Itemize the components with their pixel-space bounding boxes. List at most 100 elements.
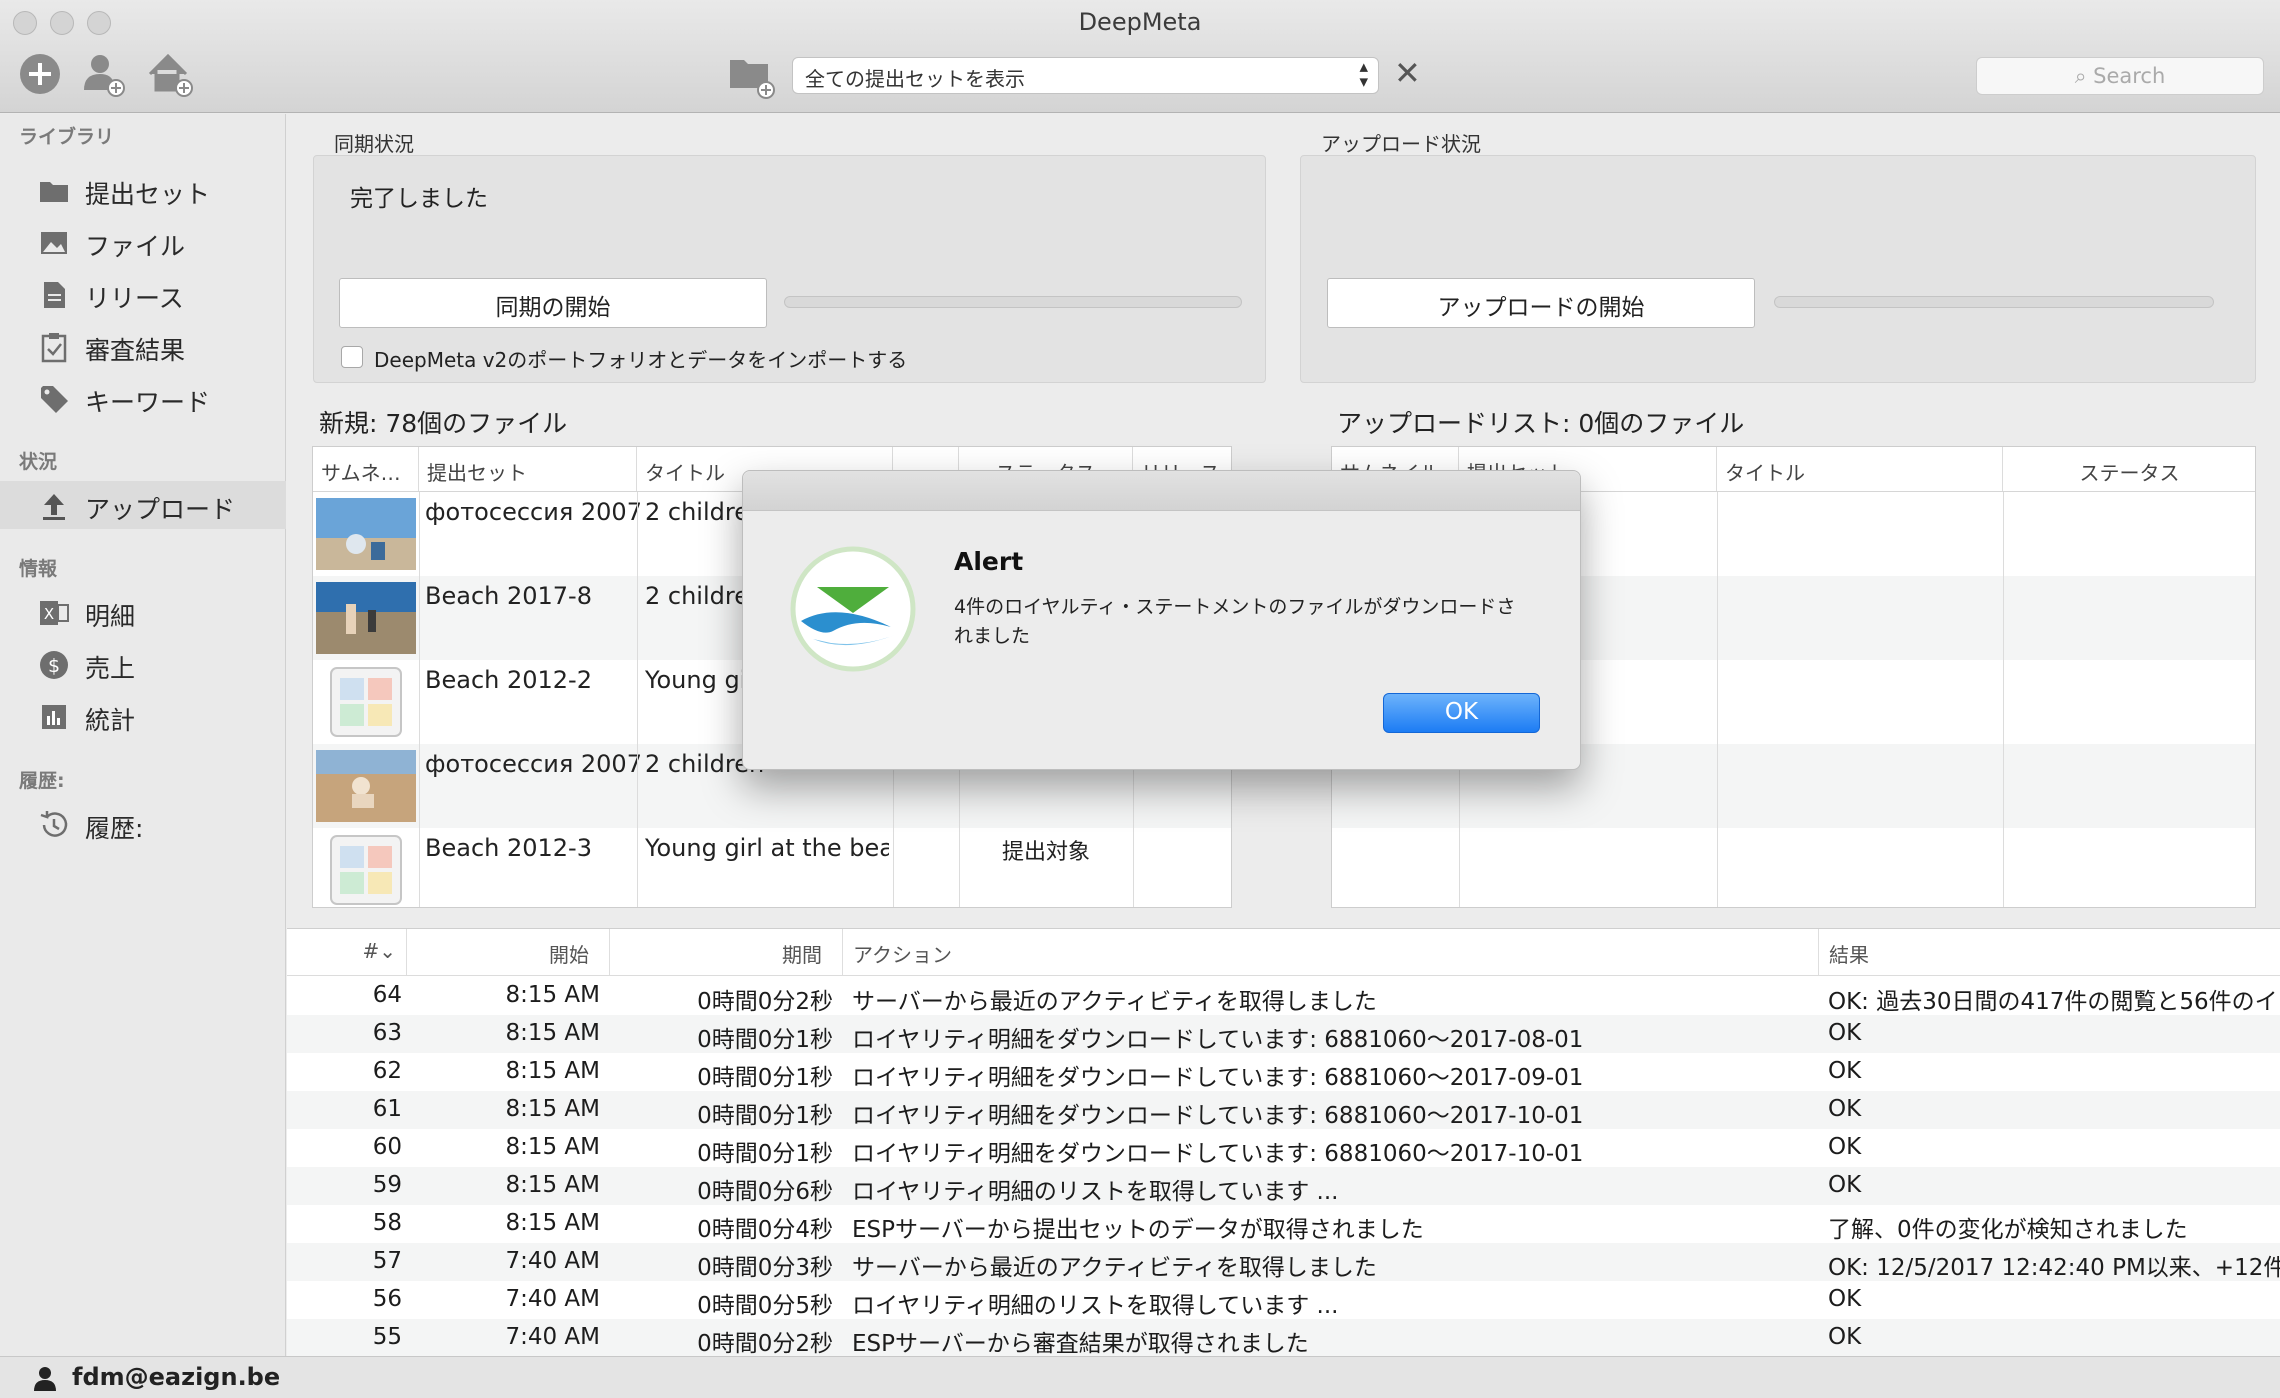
cell-duration: 0時間0分1秒 (697, 1141, 833, 1167)
cell-number: 55 (372, 1324, 402, 1350)
add-home-icon[interactable] (146, 50, 194, 98)
cell-number: 59 (372, 1172, 402, 1198)
column-divider (1717, 492, 1718, 907)
cell-set: Beach 2017-8 (425, 582, 592, 610)
log-row[interactable]: 61 8:15 AM 0時間0分1秒 ロイヤリティ明細をダウンロードしています:… (287, 1091, 2280, 1129)
import-v2-checkbox[interactable] (341, 346, 363, 368)
sidebar-item-reviews[interactable]: 審査結果 (0, 322, 286, 370)
deepmeta-logo-icon (790, 546, 916, 672)
cell-result: OK: 過去30日間の417件の閲覧と56件のイン (1828, 989, 2280, 1015)
clear-filter-button[interactable]: ✕ (1394, 54, 1421, 92)
thumbnail-photo (316, 498, 416, 570)
sidebar-item-sales[interactable]: $ 売上 (0, 640, 286, 688)
sidebar-item-files[interactable]: ファイル (0, 218, 286, 266)
sidebar-item-label: キーワード (85, 388, 211, 417)
log-row[interactable]: 57 7:40 AM 0時間0分3秒 サーバーから最近のアクティビティを取得しま… (287, 1243, 2280, 1281)
col-thumbnail[interactable]: サムネ… (313, 447, 419, 491)
log-row[interactable]: 62 8:15 AM 0時間0分1秒 ロイヤリティ明細をダウンロードしています:… (287, 1053, 2280, 1091)
cell-action: ロイヤリティ明細のリストを取得しています ... (852, 1179, 1339, 1205)
sidebar-item-submission-sets[interactable]: 提出セット (0, 166, 286, 214)
alert-message: 4件のロイヤルティ・ステートメントのファイルがダウンロードされました (954, 596, 1516, 647)
cell-result: OK (1828, 1172, 1862, 1198)
cell-start: 8:15 AM (505, 1096, 600, 1122)
sidebar-item-stats[interactable]: 統計 (0, 692, 286, 740)
col-number[interactable]: #⌄ (287, 929, 407, 975)
col-status[interactable]: ステータス (2003, 447, 2255, 491)
search-field[interactable]: ⌕ Search (1976, 57, 2264, 95)
sidebar-item-keywords[interactable]: キーワード (0, 374, 286, 422)
ok-button[interactable]: OK (1383, 693, 1540, 733)
search-placeholder: Search (2093, 64, 2166, 88)
log-row[interactable]: 64 8:15 AM 0時間0分2秒 サーバーから最近のアクティビティを取得しま… (287, 977, 2280, 1015)
sidebar-item-upload[interactable]: アップロード (0, 481, 286, 529)
footer-bar: fdm@eazign.be (0, 1356, 2280, 1398)
cell-action: ロイヤリティ明細をダウンロードしています: 6881060〜2017-08-01 (852, 1027, 1584, 1053)
activity-log-table: #⌄ 開始 期間 アクション 結果 64 8:15 AM 0時間0分2秒 サーバ… (287, 928, 2280, 1357)
cell-start: 8:15 AM (505, 1058, 600, 1084)
history-icon (40, 811, 68, 837)
cell-duration: 0時間0分1秒 (697, 1103, 833, 1129)
sidebar-item-label: 統計 (85, 706, 136, 735)
submission-set-select[interactable]: 全ての提出セットを表示 ▴ ▾ (792, 57, 1379, 94)
cell-action: サーバーから最近のアクティビティを取得しました (852, 989, 1377, 1015)
sidebar-item-statements[interactable]: X 明細 (0, 588, 286, 636)
cell-set: фотосессия 2007 (425, 498, 642, 526)
start-upload-button[interactable]: アップロードの開始 (1327, 278, 1755, 328)
cell-start: 8:15 AM (505, 1134, 600, 1160)
add-folder-icon[interactable] (728, 52, 776, 100)
window-title: DeepMeta (1078, 8, 1202, 36)
cell-number: 64 (372, 982, 402, 1008)
log-row[interactable]: 63 8:15 AM 0時間0分1秒 ロイヤリティ明細をダウンロードしています:… (287, 1015, 2280, 1053)
cell-result: OK (1828, 1096, 1862, 1122)
sidebar-item-label: 明細 (85, 602, 136, 631)
cell-result: OK: 12/5/2017 12:42:40 PM以来、+12件の (1828, 1255, 2280, 1281)
cell-start: 7:40 AM (505, 1248, 600, 1274)
add-icon[interactable] (16, 50, 64, 98)
col-action[interactable]: アクション (843, 929, 1819, 975)
log-row[interactable]: 56 7:40 AM 0時間0分5秒 ロイヤリティ明細のリストを取得しています … (287, 1281, 2280, 1319)
sidebar-item-label: 審査結果 (85, 336, 186, 365)
cell-duration: 0時間0分2秒 (697, 1331, 833, 1357)
search-icon: ⌕ (2074, 64, 2087, 88)
header-divider (287, 975, 2280, 976)
dollar-icon: $ (40, 651, 68, 679)
col-title[interactable]: タイトル (1717, 447, 2003, 491)
log-row[interactable]: 58 8:15 AM 0時間0分4秒 ESPサーバーから提出セットのデータが取得… (287, 1205, 2280, 1243)
sidebar-item-label: ファイル (85, 232, 186, 261)
cell-number: 57 (372, 1248, 402, 1274)
sidebar-item-label: 履歴: (85, 814, 144, 843)
start-sync-button[interactable]: 同期の開始 (339, 278, 767, 328)
table-row[interactable]: Beach 2012-3 Young girl at the beach 提出対… (313, 828, 1231, 907)
library-header: ライブラリ (19, 126, 115, 148)
sidebar-item-label: 売上 (85, 654, 136, 683)
col-result[interactable]: 結果 (1819, 929, 2280, 975)
sync-status-box: 完了しました 同期の開始 DeepMeta v2のポートフォリオとデータをインポ… (313, 155, 1266, 383)
col-submission-set[interactable]: 提出セット (419, 447, 637, 491)
new-files-title: 新規: 78個のファイル (319, 409, 568, 438)
cell-start: 7:40 AM (505, 1324, 600, 1350)
info-header: 情報 (19, 558, 58, 580)
sort-chevron-icon: ⌄ (379, 939, 396, 963)
log-row[interactable]: 60 8:15 AM 0時間0分1秒 ロイヤリティ明細をダウンロードしています:… (287, 1129, 2280, 1167)
cell-title: Young girl at the beach (645, 834, 889, 862)
add-user-icon[interactable] (80, 50, 128, 98)
cell-start: 8:15 AM (505, 982, 600, 1008)
alert-dialog: Alert 4件のロイヤルティ・ステートメントのファイルがダウンロードされました… (742, 470, 1581, 770)
col-start[interactable]: 開始 (407, 929, 610, 975)
log-row[interactable]: 59 8:15 AM 0時間0分6秒 ロイヤリティ明細のリストを取得しています … (287, 1167, 2280, 1205)
col-duration[interactable]: 期間 (610, 929, 843, 975)
alert-titlebar (743, 471, 1580, 511)
sidebar-item-history[interactable]: 履歴: (0, 800, 286, 848)
image-icon (41, 232, 67, 254)
sidebar-item-label: アップロード (85, 495, 236, 524)
cell-start: 8:15 AM (505, 1210, 600, 1236)
status-header: 状況 (19, 451, 58, 473)
chart-icon (42, 705, 66, 729)
cell-number: 58 (372, 1210, 402, 1236)
upload-status-box: アップロードの開始 (1300, 155, 2256, 383)
cell-start: 8:15 AM (505, 1172, 600, 1198)
log-row[interactable]: 55 7:40 AM 0時間0分2秒 ESPサーバーから審査結果が取得されました… (287, 1319, 2280, 1357)
placeholder-thumbnail-icon (330, 667, 402, 737)
sidebar-item-releases[interactable]: リリース (0, 270, 286, 318)
svg-text:X: X (44, 605, 54, 623)
